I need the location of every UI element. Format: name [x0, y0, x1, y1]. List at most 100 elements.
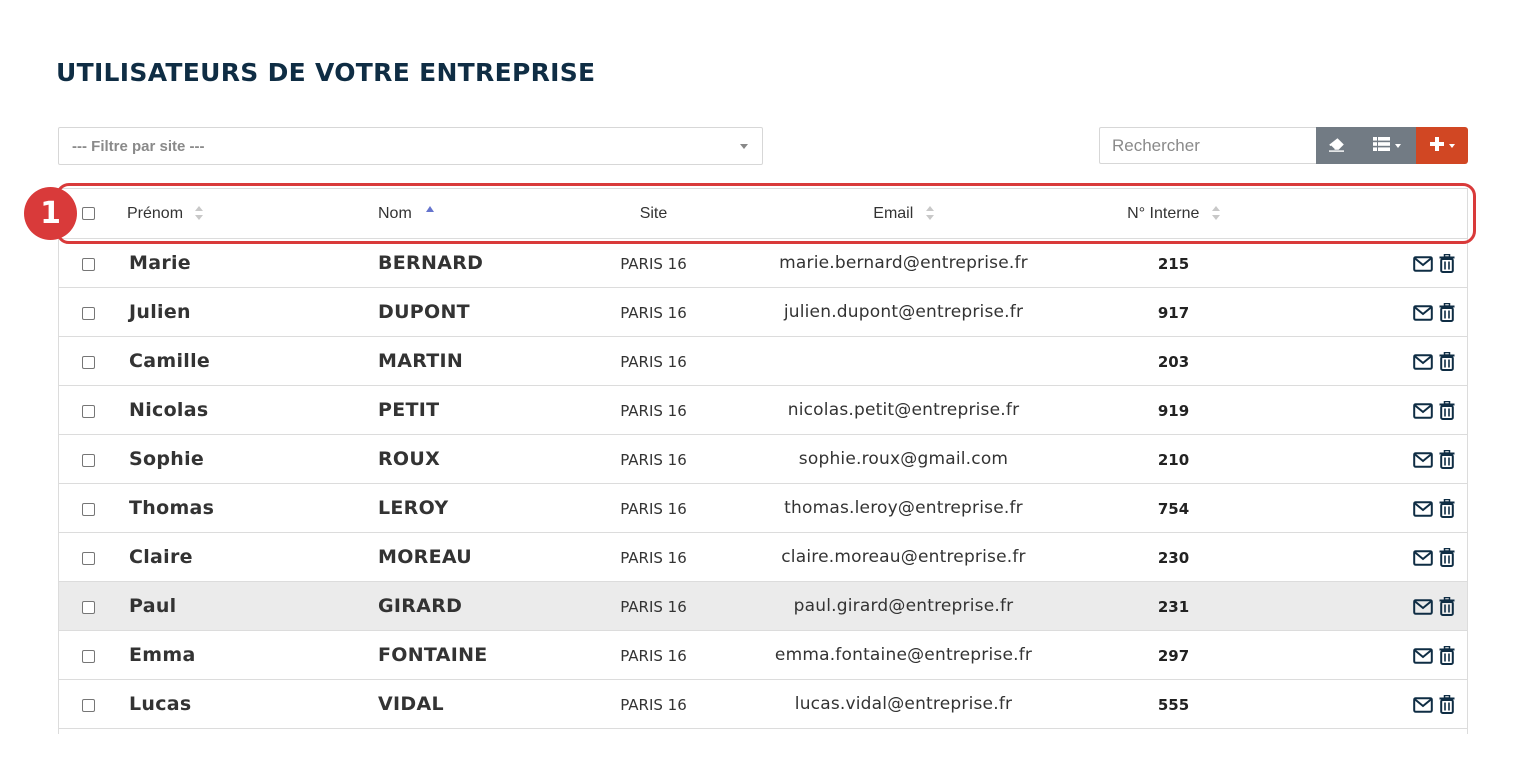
site-text: PARIS 16: [620, 303, 687, 322]
cell-interne: 203: [1086, 336, 1261, 386]
interne-text: 231: [1157, 597, 1190, 616]
cell-prenom: Lucas: [117, 679, 378, 729]
table-row[interactable]: Nicolas PETIT PARIS 16 nicolas.petit@entrep…: [59, 385, 1467, 435]
nom-text: MOREAU: [378, 546, 473, 568]
column-header-prenom[interactable]: Prénom: [117, 188, 378, 239]
interne-text: 230: [1157, 548, 1190, 567]
trash-icon[interactable]: [1439, 548, 1455, 567]
column-header-interne[interactable]: N° Interne: [1086, 188, 1261, 239]
cell-email: emma.fontaine@entreprise.fr: [721, 630, 1086, 680]
nom-text: LEROY: [378, 497, 449, 519]
row-actions-cell: [1261, 581, 1467, 631]
cell-site: PARIS 16: [586, 238, 721, 288]
cell-interne: 230: [1086, 532, 1261, 582]
trash-icon[interactable]: [1439, 303, 1455, 322]
site-filter-select[interactable]: --- Filtre par site ---: [58, 127, 763, 165]
site-text: PARIS 16: [620, 695, 687, 714]
row-checkbox[interactable]: [81, 355, 95, 369]
select-all-checkbox[interactable]: [81, 206, 95, 220]
columns-toggle-button[interactable]: [1357, 127, 1416, 164]
site-filter-value: --- Filtre par site ---: [72, 137, 205, 155]
site-text: PARIS 16: [620, 597, 687, 616]
row-checkbox[interactable]: [81, 453, 95, 467]
clear-search-button[interactable]: [1316, 127, 1357, 164]
table-row[interactable]: Camille MARTIN PARIS 16 203: [59, 336, 1467, 386]
envelope-icon[interactable]: [1413, 304, 1433, 321]
cell-prenom: Thomas: [117, 483, 378, 533]
envelope-icon[interactable]: [1413, 353, 1433, 370]
cell-nom: GIRARD: [378, 581, 586, 631]
envelope-icon[interactable]: [1413, 549, 1433, 566]
site-text: PARIS 16: [620, 352, 687, 371]
cell-email: lucas.vidal@entreprise.fr: [721, 679, 1086, 729]
email-text: julien.dupont@entreprise.fr: [783, 302, 1024, 322]
cell-prenom: Paul: [117, 581, 378, 631]
row-actions-cell: [1261, 483, 1467, 533]
row-checkbox[interactable]: [81, 698, 95, 712]
envelope-icon[interactable]: [1413, 647, 1433, 664]
cell-email: sophie.roux@gmail.com: [721, 434, 1086, 484]
column-header-nom[interactable]: Nom: [378, 188, 586, 239]
table-row[interactable]: Sophie ROUX PARIS 16 sophie.roux@gmail.com 2…: [59, 434, 1467, 484]
trash-icon[interactable]: [1439, 499, 1455, 518]
site-text: PARIS 16: [620, 646, 687, 665]
trash-icon[interactable]: [1439, 352, 1455, 371]
prenom-text: Marie: [129, 252, 191, 274]
table-row[interactable]: Emma FONTAINE PARIS 16 emma.fontaine@entrep…: [59, 630, 1467, 680]
row-select-cell: [59, 532, 117, 582]
cell-nom: LEROY: [378, 483, 586, 533]
row-select-cell: [59, 483, 117, 533]
row-select-cell: [59, 434, 117, 484]
trash-icon[interactable]: [1439, 646, 1455, 665]
table-row[interactable]: Thomas LEROY PARIS 16 thomas.leroy@entrepri…: [59, 483, 1467, 533]
row-checkbox[interactable]: [81, 502, 95, 516]
row-checkbox[interactable]: [81, 306, 95, 320]
envelope-icon[interactable]: [1413, 451, 1433, 468]
cell-site: PARIS 16: [586, 287, 721, 337]
table-row[interactable]: Marie BERNARD PARIS 16 marie.bernard@entrep…: [59, 238, 1467, 288]
row-select-cell: [59, 679, 117, 729]
site-text: PARIS 16: [620, 548, 687, 567]
column-header-label: N° Interne: [1127, 204, 1200, 222]
row-checkbox[interactable]: [81, 649, 95, 663]
trash-icon[interactable]: [1439, 597, 1455, 616]
row-checkbox[interactable]: [81, 257, 95, 271]
cell-email: thomas.leroy@entreprise.fr: [721, 483, 1086, 533]
cell-site: PARIS 16: [586, 581, 721, 631]
interne-text: 919: [1157, 401, 1190, 420]
column-header-site: Site: [586, 188, 721, 239]
envelope-icon[interactable]: [1413, 500, 1433, 517]
nom-text: PETIT: [378, 399, 440, 421]
column-header-email[interactable]: Email: [721, 188, 1086, 239]
cell-interne: 231: [1086, 581, 1261, 631]
cell-email: nicolas.petit@entreprise.fr: [721, 385, 1086, 435]
prenom-text: Camille: [129, 350, 211, 372]
envelope-icon[interactable]: [1413, 696, 1433, 713]
row-checkbox[interactable]: [81, 551, 95, 565]
add-user-button[interactable]: [1416, 127, 1468, 164]
cell-prenom: Nicolas: [117, 385, 378, 435]
trash-icon[interactable]: [1439, 450, 1455, 469]
sort-icon: [925, 206, 934, 221]
trash-icon[interactable]: [1439, 401, 1455, 420]
table-row[interactable]: Claire MOREAU PARIS 16 claire.moreau@entrep…: [59, 532, 1467, 582]
email-text: marie.bernard@entreprise.fr: [779, 253, 1028, 273]
trash-icon[interactable]: [1439, 254, 1455, 273]
prenom-text: Sophie: [129, 448, 205, 470]
prenom-text: Nicolas: [129, 399, 209, 421]
table-row[interactable]: Julien DUPONT PARIS 16 julien.dupont@entrep…: [59, 287, 1467, 337]
row-checkbox[interactable]: [81, 404, 95, 418]
envelope-icon[interactable]: [1413, 598, 1433, 615]
row-checkbox[interactable]: [81, 600, 95, 614]
search-input[interactable]: [1099, 127, 1316, 164]
table-row[interactable]: Paul GIRARD PARIS 16 paul.girard@entreprise…: [59, 581, 1467, 631]
envelope-icon[interactable]: [1413, 402, 1433, 419]
envelope-icon[interactable]: [1413, 255, 1433, 272]
row-actions-cell: [1261, 434, 1467, 484]
sort-ascending-icon: [426, 205, 435, 212]
row-actions-cell: [1261, 287, 1467, 337]
trash-icon[interactable]: [1439, 695, 1455, 714]
row-actions-cell: [1261, 679, 1467, 729]
cell-interne: 210: [1086, 434, 1261, 484]
table-row[interactable]: Lucas VIDAL PARIS 16 lucas.vidal@entreprise…: [59, 679, 1467, 729]
